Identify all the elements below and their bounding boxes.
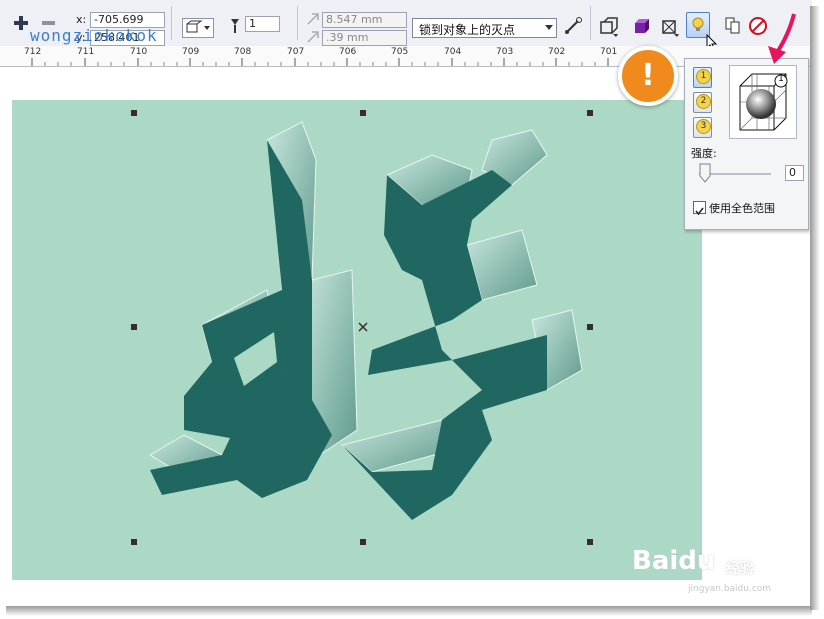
intensity-slider-thumb[interactable] bbox=[699, 163, 711, 183]
corel-window: x: -705.699 mm y: 258.401 mm 1 8.547 mm … bbox=[0, 0, 812, 608]
extrude-type-icon bbox=[186, 20, 210, 33]
ruler-label: 709 bbox=[182, 47, 200, 57]
ruler-label: 705 bbox=[391, 47, 409, 57]
remove-icon[interactable] bbox=[42, 21, 55, 25]
vanishing-point-lock-value: 锁到对象上的灭点 bbox=[419, 23, 516, 37]
add-icon[interactable] bbox=[14, 16, 28, 30]
extrude-color-icon[interactable] bbox=[632, 17, 652, 37]
extrude-bevel-icon[interactable] bbox=[660, 17, 680, 37]
lighting-popup-panel: 1 2 3 1 强度: 0 使用全色范围 bbox=[684, 58, 809, 230]
selection-handle[interactable] bbox=[360, 110, 366, 116]
intensity-value-field[interactable]: 0 bbox=[785, 165, 804, 181]
vanishing-point-lock-dropdown[interactable]: 锁到对象上的灭点 bbox=[412, 18, 557, 38]
vanishing-y-field[interactable]: .39 mm bbox=[322, 30, 407, 46]
full-color-label: 使用全色范围 bbox=[709, 202, 775, 215]
selection-handle[interactable] bbox=[131, 110, 137, 116]
selection-handle[interactable] bbox=[587, 324, 593, 330]
ruler-label: 703 bbox=[496, 47, 514, 57]
light-1-icon: 1 bbox=[696, 69, 711, 84]
extrude-depth-field[interactable]: 1 bbox=[245, 16, 280, 32]
checkmark-icon bbox=[695, 207, 704, 216]
extruded-character-artwork[interactable] bbox=[12, 100, 702, 580]
selection-handle[interactable] bbox=[360, 539, 366, 545]
preview-light-number: 1 bbox=[778, 74, 784, 84]
ruler-label: 712 bbox=[24, 47, 42, 57]
light-3-icon: 3 bbox=[696, 119, 711, 134]
callout-badge: ! bbox=[618, 46, 678, 106]
vanishing-point-icon bbox=[231, 19, 239, 33]
copy-extrude-icon[interactable] bbox=[724, 16, 742, 36]
rotation-center-icon[interactable] bbox=[358, 322, 368, 332]
selection-handle[interactable] bbox=[131, 539, 137, 545]
selection-handle[interactable] bbox=[131, 324, 137, 330]
baidu-suffix-text: 经验 bbox=[726, 561, 754, 577]
vanishing-x-field[interactable]: 8.547 mm bbox=[322, 12, 407, 28]
ruler-label: 710 bbox=[130, 47, 148, 57]
ruler-label: 706 bbox=[339, 47, 357, 57]
ruler-label: 708 bbox=[234, 47, 252, 57]
lighting-preview[interactable]: 1 bbox=[729, 65, 797, 139]
lighting-cube-preview-icon bbox=[739, 73, 788, 131]
chevron-down-icon bbox=[545, 25, 553, 30]
baidu-logo-text: Baidu bbox=[632, 546, 716, 576]
vanishing-x-icon bbox=[307, 13, 319, 25]
window-shadow-bottom bbox=[6, 606, 812, 616]
full-color-checkbox[interactable] bbox=[693, 201, 706, 216]
light-1-button[interactable]: 1 bbox=[693, 67, 712, 88]
light-2-icon: 2 bbox=[696, 94, 711, 109]
ruler-label: 707 bbox=[287, 47, 305, 57]
window-shadow-right bbox=[810, 6, 820, 610]
annotation-arrow-icon bbox=[768, 13, 796, 64]
selection-handle[interactable] bbox=[587, 539, 593, 545]
drawing-canvas[interactable] bbox=[12, 100, 702, 580]
extrude-type-picker[interactable] bbox=[182, 18, 214, 38]
ruler-label: 702 bbox=[548, 47, 566, 57]
ruler-label: 701 bbox=[600, 47, 618, 57]
vanishing-y-icon bbox=[307, 31, 319, 43]
selection-handle[interactable] bbox=[587, 110, 593, 116]
light-3-button[interactable]: 3 bbox=[693, 117, 712, 138]
ruler-label: 711 bbox=[77, 47, 95, 57]
ruler-label: 704 bbox=[444, 47, 462, 57]
x-label: x: bbox=[76, 13, 87, 26]
brand-watermark: wongziokokok bbox=[30, 26, 158, 45]
extrude-rotation-icon[interactable] bbox=[599, 17, 619, 37]
copy-vanishing-icon[interactable] bbox=[564, 17, 582, 35]
intensity-label: 强度: bbox=[691, 147, 717, 160]
property-bar: x: -705.699 mm y: 258.401 mm 1 8.547 mm … bbox=[0, 0, 812, 58]
watermark-url: jingyan.baidu.com bbox=[688, 584, 772, 594]
light-2-button[interactable]: 2 bbox=[693, 92, 712, 113]
